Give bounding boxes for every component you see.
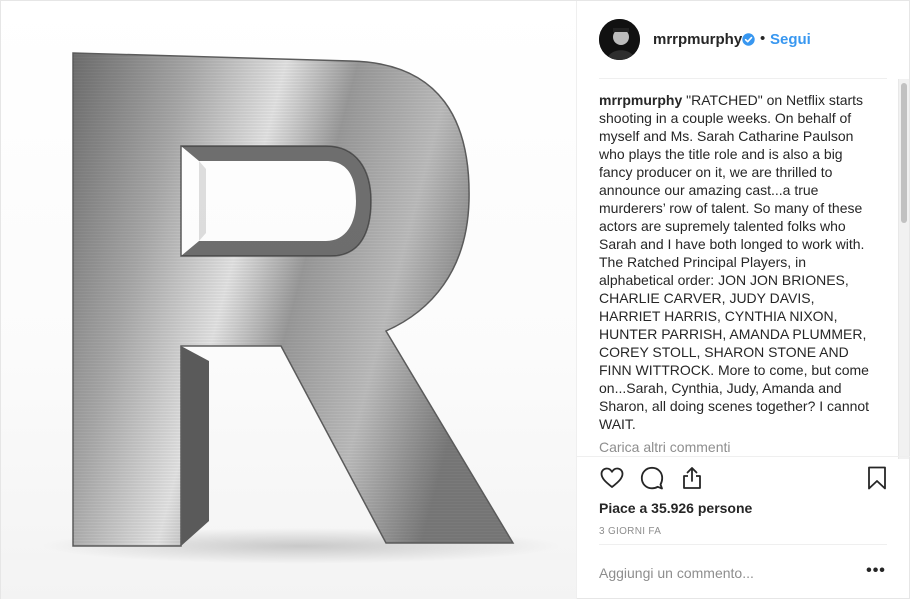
- post-timestamp[interactable]: 3 GIORNI FA: [599, 526, 661, 537]
- action-bar: [599, 465, 899, 495]
- header-divider: [599, 78, 887, 79]
- comment-divider: [599, 544, 887, 545]
- header-separator: •: [760, 30, 766, 47]
- metal-letter-r-image: [41, 52, 561, 564]
- post-sidebar: mrrpmurphy • Segui mrrpmurphy "RATCHED" …: [576, 1, 910, 599]
- caption-username[interactable]: mrrpmurphy: [599, 92, 682, 108]
- instagram-post: mrrpmurphy • Segui mrrpmurphy "RATCHED" …: [0, 0, 910, 599]
- bookmark-icon[interactable]: [864, 465, 890, 491]
- avatar-icon[interactable]: [599, 19, 640, 60]
- post-caption: mrrpmurphy "RATCHED" on Netflix starts s…: [599, 91, 875, 433]
- comment-icon[interactable]: [639, 465, 665, 491]
- comments-scrollbar[interactable]: [898, 79, 909, 459]
- verified-badge-icon: [742, 33, 755, 46]
- scrollbar-thumb[interactable]: [901, 83, 907, 223]
- post-image[interactable]: [1, 1, 576, 599]
- caption-text: "RATCHED" on Netflix starts shooting in …: [599, 92, 870, 432]
- heart-icon[interactable]: [599, 465, 625, 491]
- load-more-comments-button[interactable]: Carica altri commenti: [599, 439, 875, 455]
- more-options-icon[interactable]: •••: [865, 563, 887, 583]
- comment-input[interactable]: [599, 563, 839, 583]
- comments-section: mrrpmurphy "RATCHED" on Netflix starts s…: [599, 91, 875, 461]
- header-username[interactable]: mrrpmurphy: [653, 31, 742, 48]
- share-icon[interactable]: [679, 465, 705, 491]
- actions-divider: [577, 456, 910, 457]
- post-header: mrrpmurphy • Segui: [577, 1, 910, 78]
- likes-count[interactable]: Piace a 35.926 persone: [599, 500, 752, 516]
- follow-button[interactable]: Segui: [770, 31, 811, 48]
